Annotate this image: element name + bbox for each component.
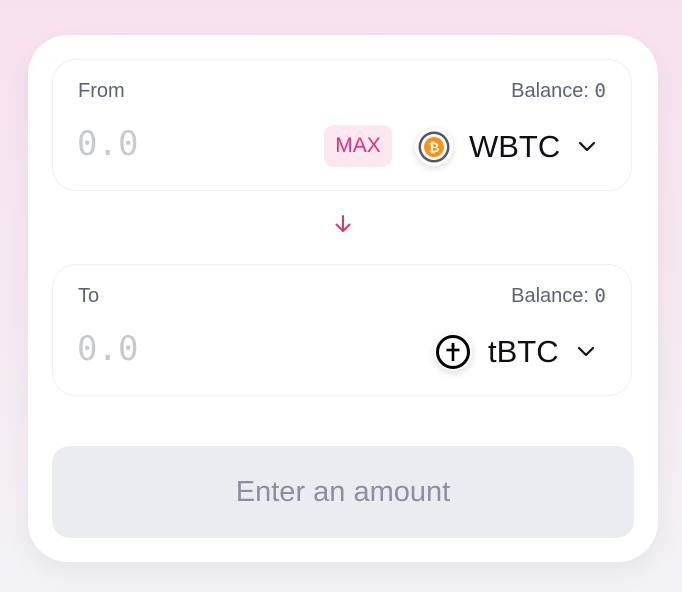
to-balance: Balance: 0 bbox=[511, 285, 606, 308]
from-panel: From Balance: 0 MAX ₿ WBTC bbox=[52, 59, 632, 191]
submit-button[interactable]: Enter an amount bbox=[52, 446, 634, 538]
tbtc-icon bbox=[434, 333, 472, 371]
to-token-selector[interactable]: tBTC bbox=[434, 330, 595, 374]
from-label: From bbox=[78, 80, 125, 102]
from-token-selector[interactable]: ₿ WBTC bbox=[415, 125, 596, 169]
from-balance-label: Balance: bbox=[511, 80, 589, 102]
arrow-down-icon[interactable] bbox=[332, 213, 354, 235]
to-balance-label: Balance: bbox=[511, 285, 589, 307]
from-balance-value: 0 bbox=[594, 80, 606, 102]
svg-text:₿: ₿ bbox=[429, 141, 440, 156]
chevron-down-icon bbox=[577, 346, 595, 358]
to-amount-input[interactable] bbox=[77, 329, 257, 369]
from-token-symbol: WBTC bbox=[469, 129, 561, 164]
max-button[interactable]: MAX bbox=[324, 125, 392, 167]
to-panel: To Balance: 0 tBTC bbox=[52, 264, 632, 396]
to-token-symbol: tBTC bbox=[488, 334, 559, 369]
wbtc-icon: ₿ bbox=[415, 128, 453, 166]
swap-card: From Balance: 0 MAX ₿ WBTC To Balance: 0 bbox=[28, 35, 658, 562]
to-balance-value: 0 bbox=[594, 285, 606, 307]
from-balance: Balance: 0 bbox=[511, 80, 606, 103]
to-label: To bbox=[78, 285, 100, 307]
chevron-down-icon bbox=[578, 141, 596, 153]
from-amount-input[interactable] bbox=[77, 124, 257, 164]
